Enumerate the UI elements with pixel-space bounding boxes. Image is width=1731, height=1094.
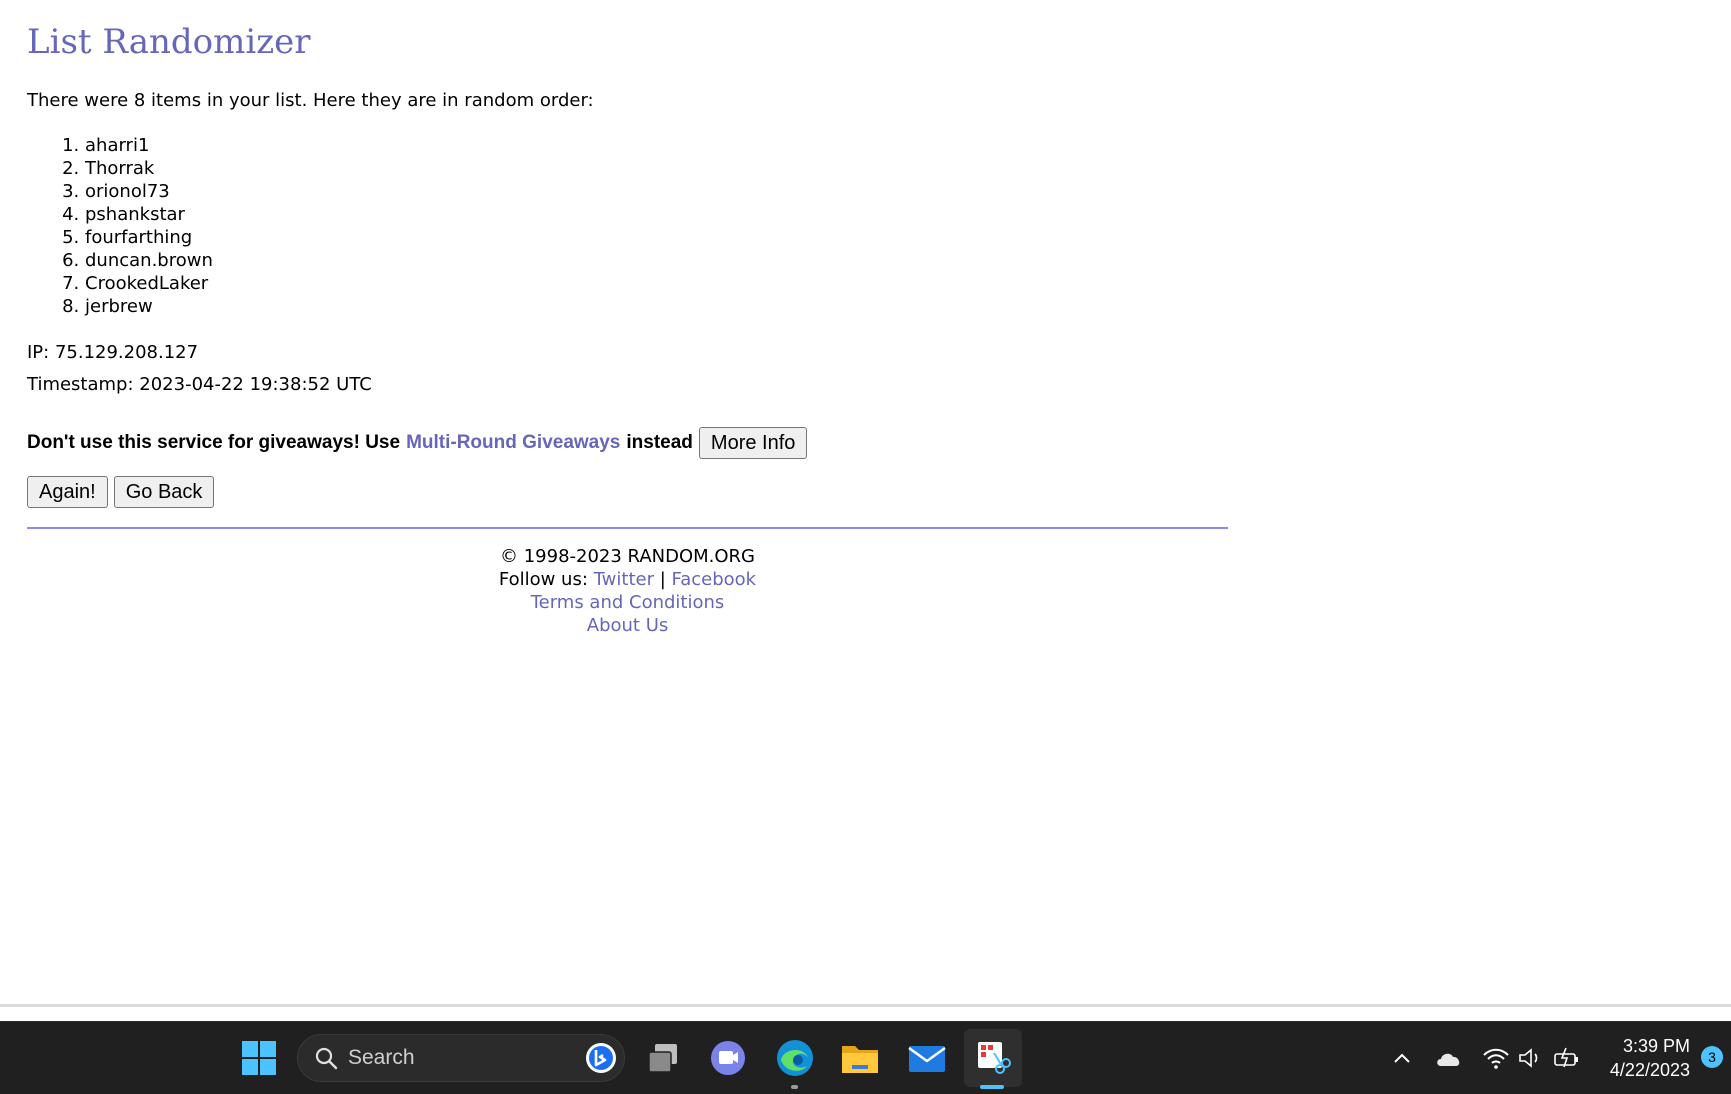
list-item: fourfarthing [85,226,1227,249]
more-info-button[interactable]: More Info [698,427,808,459]
edge-running-indicator [791,1085,798,1089]
again-button[interactable]: Again! [27,476,108,508]
page-title: List Randomizer [27,22,311,62]
random-list: aharri1 Thorrak orionol73 pshankstar fou… [27,134,1227,318]
notification-badge[interactable]: 3 [1701,1046,1723,1068]
mail-icon[interactable] [905,1036,949,1080]
onedrive-icon[interactable] [1427,1036,1471,1080]
page-content: List Randomizer There were 8 items in yo… [27,0,1228,637]
clock-date: 4/22/2023 [1609,1060,1690,1080]
taskbar-search-box[interactable]: Search [297,1034,625,1082]
list-item: orionol73 [85,180,1227,203]
terms-link[interactable]: Terms and Conditions [531,592,725,613]
timestamp: Timestamp: 2023-04-22 19:38:52 UTC [27,374,372,395]
teams-chat-icon[interactable] [706,1036,750,1080]
chevron-up-icon[interactable] [1380,1036,1424,1080]
search-icon [314,1046,338,1070]
twitter-link[interactable]: Twitter [594,569,654,590]
list-item: aharri1 [85,134,1227,157]
go-back-button[interactable]: Go Back [113,476,215,508]
list-item: CrookedLaker [85,272,1227,295]
file-explorer-icon[interactable] [838,1036,882,1080]
footer-divider [27,527,1228,529]
footer: © 1998-2023 RANDOM.ORG Follow us: Twitte… [27,545,1228,637]
notice-prefix: Don't use this service for giveaways! Us… [27,432,401,453]
bing-icon[interactable] [584,1041,618,1075]
action-buttons: Again! Go Back [27,476,1227,508]
taskbar: Search 3:39 PM 4/22/2023 3 [0,1021,1731,1094]
giveaway-notice: Don't use this service for giveaways! Us… [27,426,1227,460]
system-clock[interactable]: 3:39 PM 4/22/2023 [1590,1034,1690,1082]
snipping-tool-icon[interactable] [971,1036,1015,1080]
follow-label: Follow us: [498,569,588,590]
facebook-link[interactable]: Facebook [672,569,757,590]
intro-text: There were 8 items in your list. Here th… [27,90,594,111]
list-item: duncan.brown [85,249,1227,272]
copyright: © 1998-2023 RANDOM.ORG [499,546,755,567]
ip-address: IP: 75.129.208.127 [27,342,199,363]
list-item: jerbrew [85,295,1227,318]
follow-us: Follow us: Twitter | Facebook [27,568,1228,591]
about-us-link[interactable]: About Us [587,615,669,636]
link-separator: | [659,569,666,590]
list-item: Thorrak [85,157,1227,180]
clock-time: 3:39 PM [1622,1036,1690,1056]
task-view-icon[interactable] [641,1036,685,1080]
battery-icon[interactable] [1545,1036,1589,1080]
search-placeholder: Search [348,1046,415,1069]
multi-round-giveaways-link[interactable]: Multi-Round Giveaways [406,432,620,454]
notice-suffix: instead [626,432,693,453]
list-item: pshankstar [85,203,1227,226]
edge-icon[interactable] [773,1036,817,1080]
browser-page: List Randomizer There were 8 items in yo… [0,0,1731,1007]
windows-start-icon[interactable] [237,1036,281,1080]
snipping-active-indicator [980,1085,1004,1089]
